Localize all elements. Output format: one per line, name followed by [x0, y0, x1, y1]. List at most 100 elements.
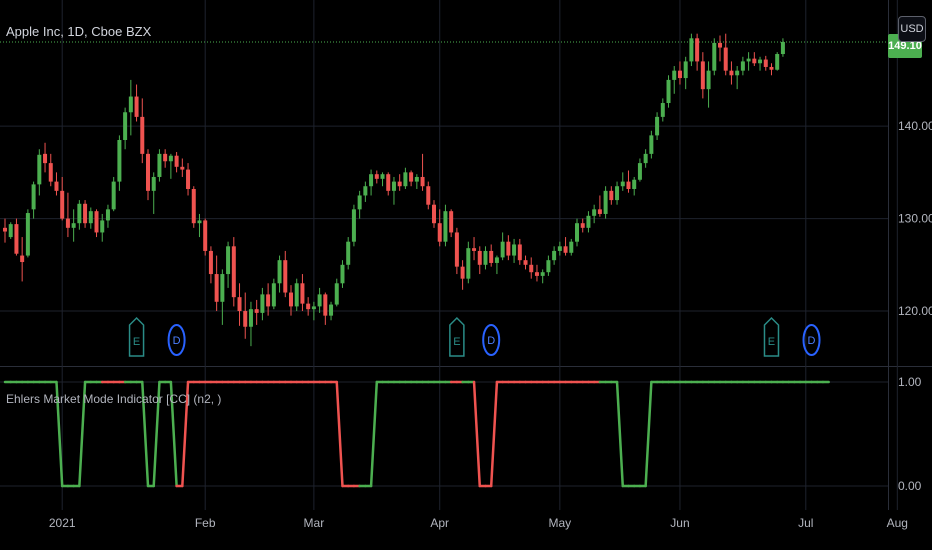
- candle-body: [397, 181, 402, 187]
- candle-body: [420, 176, 425, 187]
- candle-body: [569, 241, 574, 253]
- candle-body: [83, 203, 88, 224]
- candle-body: [271, 283, 276, 307]
- candle-body: [374, 174, 379, 179]
- candle-body: [603, 190, 608, 214]
- candle-body: [300, 283, 305, 304]
- candle-body: [88, 211, 93, 224]
- x-tick-label: Jun: [670, 516, 689, 530]
- candle-body: [260, 294, 265, 313]
- candle-body: [409, 172, 414, 182]
- candle-body: [363, 186, 368, 196]
- candle-body: [369, 174, 374, 187]
- earnings-marker-label: E: [453, 336, 460, 348]
- candle-body: [626, 181, 631, 189]
- candle-body: [677, 70, 682, 79]
- candle-body: [500, 241, 505, 258]
- candle-body: [157, 153, 162, 177]
- candle-body: [672, 70, 677, 80]
- candle-body: [123, 112, 128, 140]
- earnings-marker: E: [128, 316, 145, 357]
- candle-body: [649, 135, 654, 154]
- x-tick-label: Jul: [798, 516, 813, 530]
- candle-body: [174, 155, 179, 167]
- price-chart[interactable]: 140.00 130.00 120.00 1.00 0.00 E D E D E D 2021 Feb M…: [0, 0, 932, 550]
- candle-body: [615, 186, 620, 201]
- candle-body: [289, 292, 293, 307]
- candle-body: [529, 264, 534, 273]
- indicator-title[interactable]: Ehlers Market Mode Indicator [CC] (n2, ): [6, 392, 221, 406]
- price-tick-label: 120.00: [898, 304, 932, 318]
- candle-body: [208, 250, 213, 275]
- earnings-marker: E: [449, 316, 465, 357]
- candle-body: [780, 42, 785, 55]
- indicator-segment: [615, 380, 625, 488]
- candle-body: [48, 163, 53, 182]
- candle-body: [111, 181, 116, 210]
- x-tick-label: Mar: [304, 516, 325, 530]
- candle-body: [71, 223, 76, 228]
- candle-body: [752, 58, 757, 64]
- candle-body: [31, 184, 36, 210]
- candle-body: [243, 311, 248, 327]
- candle-body: [454, 232, 459, 267]
- candle-body: [695, 38, 700, 62]
- candle-body: [437, 223, 442, 242]
- candle-body: [186, 169, 191, 189]
- candle-body: [25, 213, 30, 256]
- candle-body: [151, 176, 156, 191]
- candle-body: [357, 195, 362, 210]
- candle-body: [14, 224, 19, 254]
- candle-body: [632, 179, 637, 189]
- candle-body: [592, 209, 597, 216]
- candle-body: [128, 96, 133, 113]
- candle-body: [54, 181, 59, 191]
- candle-body: [140, 116, 145, 154]
- candle-body: [758, 59, 763, 64]
- candle-body: [117, 139, 122, 182]
- x-tick-label: May: [549, 516, 572, 530]
- candle-body: [740, 61, 745, 71]
- candle-body: [723, 47, 728, 71]
- currency-button[interactable]: USD: [898, 16, 926, 42]
- candle-body: [643, 153, 648, 164]
- candle-body: [637, 163, 642, 180]
- candle-body: [60, 190, 65, 219]
- candle-body: [283, 260, 288, 293]
- candle-body: [443, 211, 448, 242]
- dividend-marker-label: D: [487, 335, 495, 347]
- candle-body: [494, 257, 499, 263]
- candle-body: [403, 172, 408, 187]
- candle-body: [660, 103, 665, 117]
- candle-body: [391, 181, 396, 191]
- candle-body: [506, 241, 511, 256]
- candle-body: [769, 66, 774, 70]
- indicator-tick-label: 1.00: [898, 375, 922, 389]
- candle-body: [620, 181, 625, 187]
- candle-body: [534, 272, 539, 276]
- candle-body: [197, 220, 202, 224]
- candle-body: [683, 61, 688, 79]
- candle-body: [203, 220, 208, 251]
- symbol-title: Apple Inc, 1D, Cboe BZX: [6, 24, 152, 39]
- candle-body: [483, 250, 488, 265]
- candle-body: [43, 153, 48, 164]
- x-tick-label: Apr: [430, 516, 449, 530]
- candle-body: [718, 42, 722, 48]
- candle-body: [277, 260, 282, 284]
- candle-body: [191, 188, 196, 224]
- candle-body: [449, 211, 454, 233]
- x-tick-label: Feb: [195, 516, 216, 530]
- candle-body: [3, 227, 7, 232]
- candle-body: [586, 215, 591, 228]
- candle-body: [540, 272, 545, 276]
- candle-body: [746, 58, 751, 62]
- candle-body: [163, 153, 168, 162]
- indicator-tick-label: 0.00: [898, 479, 922, 493]
- candle-body: [254, 309, 259, 313]
- candle-body: [775, 54, 780, 70]
- candle-body: [517, 244, 522, 261]
- indicator-segment: [489, 380, 499, 488]
- candle-body: [346, 241, 351, 265]
- candle-body: [334, 283, 339, 305]
